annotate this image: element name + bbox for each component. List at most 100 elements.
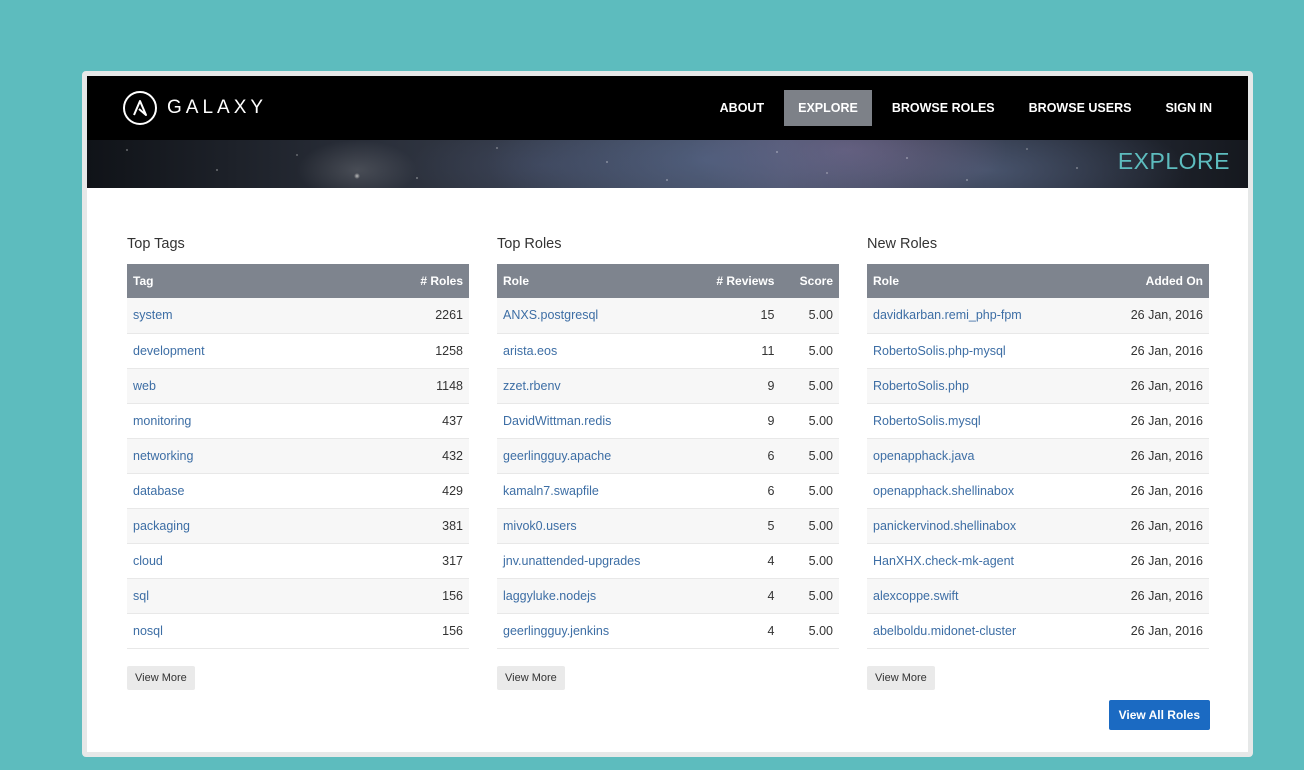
tag-link-cell: database [127,473,334,508]
tag-link[interactable]: web [133,379,156,393]
role-link[interactable]: DavidWittman.redis [503,414,611,428]
role-link[interactable]: abelboldu.midonet-cluster [873,624,1016,638]
column-header-role[interactable]: Role [867,264,1091,298]
table-row: geerlingguy.jenkins 4 5.00 [497,613,839,648]
table-row: DavidWittman.redis 9 5.00 [497,403,839,438]
column-header-tag[interactable]: Tag [127,264,334,298]
role-link[interactable]: geerlingguy.jenkins [503,624,609,638]
score-value-cell: 5.00 [780,333,839,368]
review-count-cell: 5 [690,508,780,543]
added-date: 26 Jan, 2016 [1130,378,1203,393]
role-link-cell: openapphack.java [867,438,1091,473]
tag-link[interactable]: system [133,308,173,322]
table-row: monitoring 437 [127,403,469,438]
role-link[interactable]: RobertoSolis.mysql [873,414,981,428]
role-link[interactable]: panickervinod.shellinabox [873,519,1016,533]
column-header-role[interactable]: Role [497,264,690,298]
view-all-roles-button[interactable]: View All Roles [1108,700,1210,730]
tag-link[interactable]: monitoring [133,414,191,428]
nav-browse-roles[interactable]: BROWSE ROLES [878,90,1009,126]
nav-explore[interactable]: EXPLORE [784,90,872,126]
added-date: 26 Jan, 2016 [1130,553,1203,568]
nav-sign-in[interactable]: SIGN IN [1151,90,1226,126]
review-count-cell: 9 [690,403,780,438]
role-link[interactable]: laggyluke.nodejs [503,589,596,603]
table-row: nosql 156 [127,613,469,648]
table-header-row: Role Added On [867,264,1209,298]
table-row: RobertoSolis.mysql 26 Jan, 2016 [867,403,1209,438]
table-row: zzet.rbenv 9 5.00 [497,368,839,403]
role-link[interactable]: geerlingguy.apache [503,449,611,463]
role-link-cell: geerlingguy.apache [497,438,690,473]
column-header-roles[interactable]: # Roles [334,264,469,298]
score-value: 5.00 [808,308,833,323]
role-link[interactable]: RobertoSolis.php-mysql [873,344,1006,358]
review-count-cell: 6 [690,438,780,473]
nav-links: ABOUT EXPLORE BROWSE ROLES BROWSE USERS … [700,90,1226,126]
role-link[interactable]: alexcoppe.swift [873,589,958,603]
view-more-new-roles-button[interactable]: View More [867,666,935,690]
tag-link[interactable]: database [133,484,184,498]
starfield-image [87,140,1248,188]
role-count: 429 [442,483,463,498]
tag-link[interactable]: networking [133,449,193,463]
role-link-cell: RobertoSolis.php [867,368,1091,403]
role-link[interactable]: openapphack.java [873,449,974,463]
review-count-cell: 15 [690,298,780,333]
table-row: system 2261 [127,298,469,333]
added-date: 26 Jan, 2016 [1130,518,1203,533]
nav-about[interactable]: ABOUT [706,90,778,126]
role-link[interactable]: RobertoSolis.php [873,379,969,393]
tag-link[interactable]: development [133,344,205,358]
table-row: ANXS.postgresql 15 5.00 [497,298,839,333]
browser-window: GALAXY ABOUT EXPLORE BROWSE ROLES BROWSE… [82,71,1253,757]
score-value-cell: 5.00 [780,613,839,648]
table-row: RobertoSolis.php-mysql 26 Jan, 2016 [867,333,1209,368]
role-link[interactable]: davidkarban.remi_php-fpm [873,308,1022,322]
review-count-cell: 4 [690,543,780,578]
role-link-cell: abelboldu.midonet-cluster [867,613,1091,648]
galaxy-logo[interactable]: GALAXY [123,91,267,125]
review-count: 9 [767,378,775,393]
tag-link-cell: monitoring [127,403,334,438]
review-count: 5 [767,518,775,533]
review-count: 6 [767,483,775,498]
table-row: cloud 317 [127,543,469,578]
table-row: packaging 381 [127,508,469,543]
role-count-cell: 317 [334,543,469,578]
review-count: 11 [761,343,775,358]
tag-link[interactable]: cloud [133,554,163,568]
tag-link[interactable]: sql [133,589,149,603]
column-header-score[interactable]: Score [780,264,839,298]
added-date-cell: 26 Jan, 2016 [1091,403,1209,438]
new-roles-table: Role Added On davidkarban.remi_php-fpm 26… [867,264,1209,649]
role-link[interactable]: zzet.rbenv [503,379,561,393]
added-date-cell: 26 Jan, 2016 [1091,508,1209,543]
nav-browse-users[interactable]: BROWSE USERS [1015,90,1146,126]
added-date-cell: 26 Jan, 2016 [1091,368,1209,403]
score-value: 5.00 [808,518,833,533]
role-link[interactable]: HanXHX.check-mk-agent [873,554,1014,568]
table-row: alexcoppe.swift 26 Jan, 2016 [867,578,1209,613]
role-link[interactable]: arista.eos [503,344,557,358]
view-more-roles-button[interactable]: View More [497,666,565,690]
review-count-cell: 4 [690,578,780,613]
tag-link[interactable]: nosql [133,624,163,638]
added-date: 26 Jan, 2016 [1130,483,1203,498]
review-count-cell: 6 [690,473,780,508]
column-header-added-on[interactable]: Added On [1091,264,1209,298]
role-count: 1258 [435,343,463,358]
role-link[interactable]: openapphack.shellinabox [873,484,1014,498]
table-row: openapphack.shellinabox 26 Jan, 2016 [867,473,1209,508]
table-row: database 429 [127,473,469,508]
role-link[interactable]: ANXS.postgresql [503,308,598,322]
role-count: 432 [442,448,463,463]
role-link[interactable]: mivok0.users [503,519,577,533]
tag-link[interactable]: packaging [133,519,190,533]
column-header-reviews[interactable]: # Reviews [690,264,780,298]
view-more-tags-button[interactable]: View More [127,666,195,690]
role-link[interactable]: kamaln7.swapfile [503,484,599,498]
role-count: 156 [442,588,463,603]
role-link[interactable]: jnv.unattended-upgrades [503,554,640,568]
tag-link-cell: networking [127,438,334,473]
